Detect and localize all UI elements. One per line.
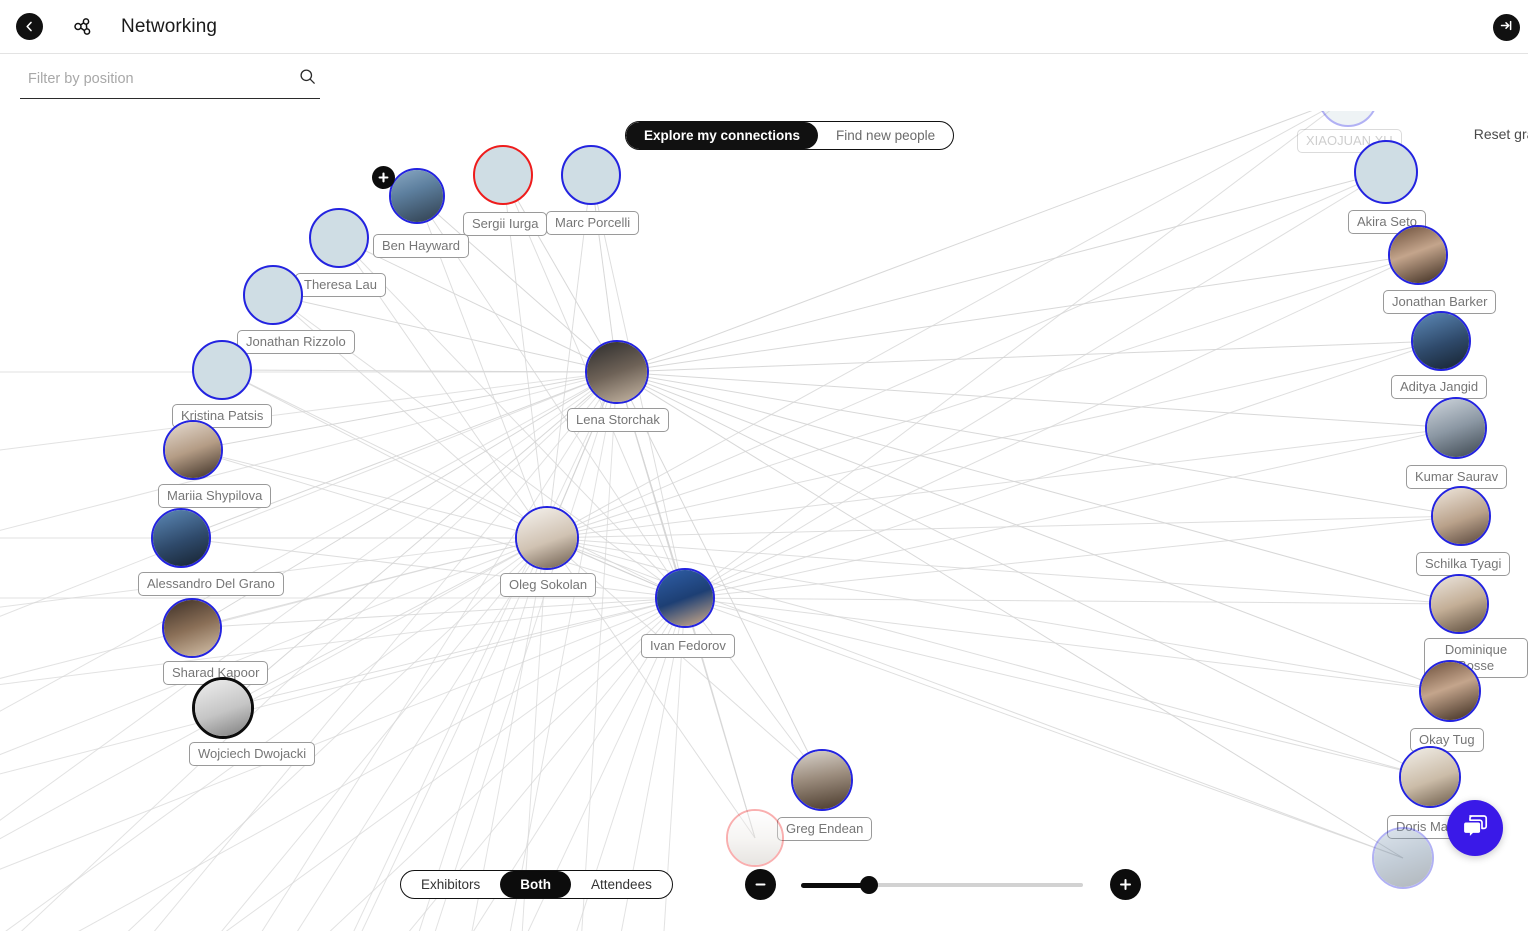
back-button[interactable] [16, 13, 43, 40]
audience-both[interactable]: Both [500, 871, 572, 898]
avatar [164, 600, 220, 656]
node-label: Alessandro Del Grano [138, 572, 284, 596]
avatar [153, 510, 209, 566]
node-label: Schilka Tyagi [1416, 552, 1511, 576]
node-label: Ivan Fedorov [641, 634, 735, 658]
avatar [1374, 829, 1432, 887]
chevron-left-icon [23, 20, 36, 33]
graph-node-dominique-bosse[interactable] [1429, 574, 1489, 634]
graph-node-okay-tug[interactable] [1419, 660, 1481, 722]
avatar [517, 508, 577, 568]
graph-node-ben-hayward[interactable] [389, 168, 445, 224]
node-label: Aditya Jangid [1391, 375, 1488, 399]
avatar [587, 342, 647, 402]
graph-node-schilka-tyagi[interactable] [1431, 486, 1491, 546]
avatar [391, 170, 443, 222]
filter-bar: Explore my connections Find new people R… [0, 55, 1528, 150]
search-field-wrapper[interactable] [20, 65, 320, 99]
graph-node-lena-storchak[interactable] [585, 340, 649, 404]
networking-graph-page: Networking Explore my connectio [0, 0, 1528, 931]
graph-node-marc-porcelli[interactable] [561, 145, 621, 205]
graph-node-wojciech-dwojacki[interactable] [192, 677, 254, 739]
chat-bubble-button[interactable] [1447, 800, 1503, 856]
node-label: Sergii Iurga [463, 212, 548, 236]
graph-edges [0, 111, 1462, 931]
avatar [657, 570, 713, 626]
graph-node-doris-mathias[interactable] [1399, 746, 1461, 808]
audience-exhibitors[interactable]: Exhibitors [401, 871, 500, 898]
node-label: Theresa Lau [295, 273, 386, 297]
search-input[interactable] [20, 70, 299, 93]
avatar [165, 422, 221, 478]
graph-node-aditya-jangid[interactable] [1411, 311, 1471, 371]
network-graph-icon[interactable] [69, 13, 97, 41]
search-icon[interactable] [299, 68, 316, 90]
graph-node-theresa-lau[interactable] [309, 208, 369, 268]
graph-node-ivan-fedorov[interactable] [655, 568, 715, 628]
page-title: Networking [121, 15, 218, 37]
zoom-slider-fill [801, 882, 870, 888]
graph-node-alessandro-del-grano[interactable] [151, 508, 211, 568]
node-label: Mariia Shypilova [158, 484, 272, 508]
avatar [1427, 399, 1485, 457]
graph-node[interactable] [1372, 827, 1434, 889]
avatar [1431, 576, 1487, 632]
zoom-in-button[interactable] [1110, 869, 1141, 900]
zoom-slider[interactable] [801, 875, 1083, 894]
zoom-out-button[interactable] [745, 869, 776, 900]
audience-toggle[interactable]: Exhibitors Both Attendees [400, 870, 673, 899]
graph-node-mariia-shypilova[interactable] [163, 420, 223, 480]
graph-canvas[interactable]: Ben Hayward Sergii Iurga Marc Porcelli Ther… [0, 111, 1528, 931]
login-button[interactable] [1493, 14, 1520, 41]
node-label: Oleg Sokolan [500, 573, 597, 597]
graph-node-sergii-iurga[interactable] [473, 145, 533, 205]
audience-attendees[interactable]: Attendees [571, 871, 672, 898]
avatar [1413, 313, 1469, 369]
graph-node-jonathan-rizzolo[interactable] [243, 265, 303, 325]
plus-icon [378, 172, 389, 183]
graph-node-kristina-patsis[interactable] [192, 340, 252, 400]
login-arrow-icon [1499, 18, 1514, 38]
node-label: Jonathan Rizzolo [237, 330, 355, 354]
add-connection-button[interactable] [372, 166, 395, 189]
graph-node-greg-endean[interactable] [791, 749, 853, 811]
graph-node-akira-seto[interactable] [1354, 140, 1418, 204]
node-label: Ben Hayward [373, 234, 470, 258]
avatar [1401, 748, 1459, 806]
graph-node-sharad-kapoor[interactable] [162, 598, 222, 658]
graph-node-kumar-saurav[interactable] [1425, 397, 1487, 459]
node-label: Marc Porcelli [546, 211, 640, 235]
graph-node-jonathan-barker[interactable] [1388, 225, 1448, 285]
chat-bubble-icon [1460, 811, 1490, 846]
graph-node[interactable] [726, 809, 784, 867]
avatar [1390, 227, 1446, 283]
avatar [1421, 662, 1479, 720]
graph-node-oleg-sokolan[interactable] [515, 506, 579, 570]
avatar [195, 680, 251, 736]
top-bar: Networking [0, 0, 1528, 54]
avatar [793, 751, 851, 809]
avatar [728, 811, 782, 865]
node-label: Greg Endean [777, 817, 873, 841]
avatar [1433, 488, 1489, 544]
zoom-slider-thumb[interactable] [860, 875, 879, 894]
node-label: Wojciech Dwojacki [189, 742, 316, 766]
node-label: Lena Storchak [567, 408, 669, 432]
